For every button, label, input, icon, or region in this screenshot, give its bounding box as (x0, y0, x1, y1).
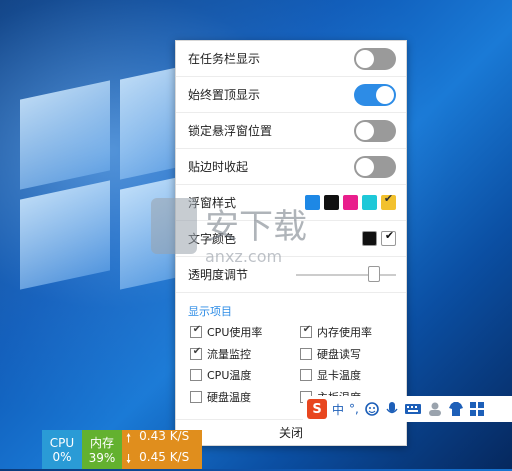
close-button[interactable]: 关闭 (176, 419, 406, 445)
edge-hide-label: 贴边时收起 (188, 160, 249, 174)
display-section-title: 显示项目 (188, 305, 232, 318)
opacity-slider[interactable] (296, 265, 396, 282)
row-style: 浮窗样式 ✔ (176, 185, 406, 221)
taskbar-label: 在任务栏显示 (188, 52, 261, 66)
always-top-toggle[interactable] (354, 83, 396, 106)
user-icon[interactable] (427, 401, 443, 417)
lock-position-label: 锁定悬浮窗位置 (188, 124, 273, 138)
display-item-checkbox[interactable]: 显卡温度 (300, 367, 361, 383)
always-top-label: 始终置顶显示 (188, 88, 261, 102)
ime-toolbar: S 中 °, (303, 396, 512, 422)
row-taskbar: 在任务栏显示 (176, 41, 406, 77)
skin-icon[interactable] (448, 401, 464, 417)
row-opacity: 透明度调节 (176, 257, 406, 293)
display-item-checkbox[interactable]: 硬盘温度 (190, 389, 251, 405)
cpu-cell: CPU 0% (42, 430, 82, 469)
upload-arrow-icon: 🠕 (126, 430, 132, 445)
microphone-icon[interactable] (385, 401, 399, 417)
display-item-label: 硬盘读写 (317, 347, 361, 361)
text-color-swatches: ✔ (362, 229, 396, 246)
display-item-label: 硬盘温度 (207, 390, 251, 404)
keyboard-icon[interactable] (404, 402, 422, 416)
download-speed: 0.45 K/S (139, 449, 190, 464)
taskbar-toggle[interactable] (354, 47, 396, 70)
lock-position-toggle[interactable] (354, 119, 396, 142)
display-item-checkbox[interactable]: ✔ 内存使用率 (300, 324, 372, 340)
style-swatches: ✔ (305, 192, 396, 210)
cpu-label: CPU (49, 435, 75, 450)
sogou-icon[interactable]: S (307, 399, 327, 419)
edge-hide-toggle[interactable] (354, 155, 396, 178)
emoji-icon[interactable] (364, 401, 380, 417)
display-item-checkbox[interactable]: CPU温度 (190, 367, 251, 383)
opacity-slider-handle[interactable] (368, 265, 380, 282)
style-swatch[interactable]: ✔ (381, 192, 396, 210)
row-text-color: 文字颜色 ✔ (176, 221, 406, 257)
download-arrow-icon: 🠗 (126, 451, 132, 466)
display-item-label: 内存使用率 (317, 326, 372, 339)
ime-lang[interactable]: 中 (332, 401, 344, 418)
row-always-top: 始终置顶显示 (176, 77, 406, 113)
style-swatch[interactable] (305, 195, 320, 210)
display-item-label: 流量监控 (207, 347, 251, 361)
row-lock-position: 锁定悬浮窗位置 (176, 113, 406, 149)
ime-punct[interactable]: °, (349, 402, 359, 416)
text-color-swatch[interactable] (362, 231, 377, 246)
settings-panel: 在任务栏显示 始终置顶显示 锁定悬浮窗位置 贴边时收起 浮窗样式 ✔ 文字颜色 … (175, 40, 407, 446)
style-label: 浮窗样式 (188, 196, 237, 210)
display-item-label: 显卡温度 (317, 369, 361, 382)
display-item-checkbox[interactable]: ✔ CPU使用率 (190, 324, 262, 340)
network-cell: 🠕 0.43 K/S 🠗 0.45 K/S (122, 428, 202, 469)
cpu-value: 0% (52, 449, 72, 464)
memory-label: 内存 (89, 436, 114, 450)
memory-value: 39% (88, 451, 116, 465)
style-swatch[interactable] (324, 195, 339, 210)
network-monitor[interactable]: CPU 0% 内存 39% 🠕 0.43 K/S 🠗 0.45 K/S (42, 428, 202, 469)
upload-speed: 0.43 K/S (139, 428, 190, 443)
display-item-label: CPU使用率 (207, 326, 263, 339)
display-item-label: CPU温度 (207, 369, 252, 382)
toolbox-icon[interactable] (469, 401, 485, 417)
display-item-checkbox[interactable]: 硬盘读写 (300, 346, 361, 362)
opacity-label: 透明度调节 (188, 268, 249, 282)
text-color-label: 文字颜色 (188, 232, 237, 246)
row-edge-hide: 贴边时收起 (176, 149, 406, 185)
style-swatch[interactable] (343, 195, 358, 210)
style-swatch[interactable] (362, 195, 377, 210)
memory-cell: 内存 39% (82, 430, 122, 469)
text-color-swatch[interactable]: ✔ (381, 229, 396, 246)
display-item-checkbox[interactable]: ✔ 流量监控 (190, 346, 251, 362)
